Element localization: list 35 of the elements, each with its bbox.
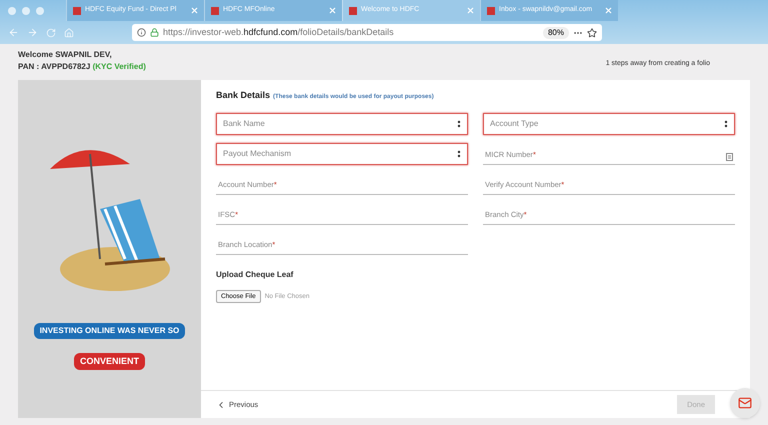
welcome-text: Welcome SWAPNIL DEV, [18,49,113,61]
select-arrows-icon [724,120,728,128]
url-text: https://investor-web.hdfcfund.com/folioDetails/bankDetails [163,26,395,39]
zoom-level[interactable]: 80% [542,26,569,38]
upload-title: Upload Cheque Leaf [216,268,294,280]
lock-icon [150,28,159,37]
close-icon[interactable] [467,7,474,14]
reload-icon[interactable] [46,28,56,38]
close-icon[interactable] [191,7,198,14]
back-icon[interactable] [8,27,19,38]
banner-slogan: INVESTING ONLINE WAS NEVER SO [34,322,186,338]
pan-text: PAN : AVPPD6782J (KYC Verified) [18,61,146,73]
select-field[interactable]: Bank Name [216,112,468,134]
select-arrows-icon [457,120,461,128]
banner-slogan: CONVENIENT [74,352,145,370]
favicon-icon [487,6,495,14]
field-label: Account Type [490,118,538,130]
select-field[interactable]: Account Type [483,112,735,134]
star-icon[interactable] [587,28,597,38]
address-bar[interactable]: https://investor-web.hdfcfund.com/folioDetails/bankDetails 80% [132,24,602,41]
favicon-icon [73,6,81,14]
close-icon[interactable] [605,7,612,14]
close-icon[interactable] [329,7,336,14]
field-label: Bank Name [223,118,265,130]
select-field[interactable]: Payout Mechanism [216,142,468,164]
home-icon[interactable] [64,28,74,38]
info-box-icon[interactable] [726,152,733,160]
mail-icon [738,396,752,410]
favicon-icon [349,6,357,14]
select-arrows-icon [457,150,461,158]
field-label: Payout Mechanism [223,148,292,160]
favicon-icon [211,6,219,14]
info-icon[interactable] [137,28,146,37]
forward-icon[interactable] [27,27,38,38]
form-title: Bank Details [216,89,270,102]
